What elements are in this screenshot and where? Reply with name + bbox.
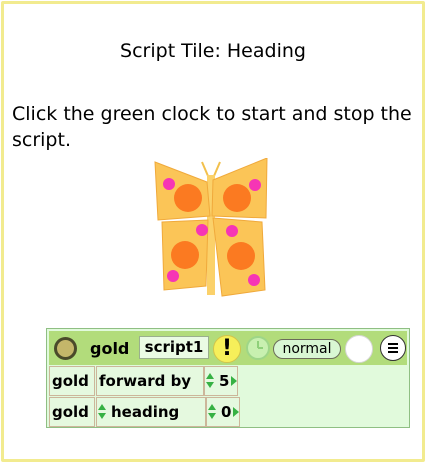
heading-tile[interactable]: heading xyxy=(96,397,206,427)
script-status-toggle[interactable]: normal xyxy=(273,339,341,359)
script-editor[interactable]: gold script1 ! normal gold forward by 5 … xyxy=(46,328,410,428)
close-circle-icon[interactable] xyxy=(54,337,77,360)
menu-icon[interactable] xyxy=(380,335,406,361)
script-header: gold script1 ! normal xyxy=(49,331,407,365)
value-expand-icon[interactable] xyxy=(233,407,239,417)
instructions-text: Click the green clock to start and stop … xyxy=(12,103,412,151)
row-object-name[interactable]: gold xyxy=(49,397,95,427)
row-object-name[interactable]: gold xyxy=(49,366,95,396)
step-button[interactable] xyxy=(345,335,373,363)
value-expand-icon[interactable] xyxy=(231,376,237,386)
value-stepper-icon[interactable] xyxy=(206,373,214,389)
alert-icon[interactable]: ! xyxy=(213,335,241,363)
butterfly-image[interactable] xyxy=(150,158,272,298)
heading-stepper-icon[interactable] xyxy=(98,404,106,420)
object-name: gold xyxy=(90,339,130,358)
value-stepper-icon[interactable] xyxy=(208,404,216,420)
page-title: Script Tile: Heading xyxy=(120,40,306,62)
forward-by-tile[interactable]: forward by xyxy=(96,366,204,396)
script-name-field[interactable]: script1 xyxy=(139,336,209,359)
clock-icon[interactable] xyxy=(246,336,270,360)
